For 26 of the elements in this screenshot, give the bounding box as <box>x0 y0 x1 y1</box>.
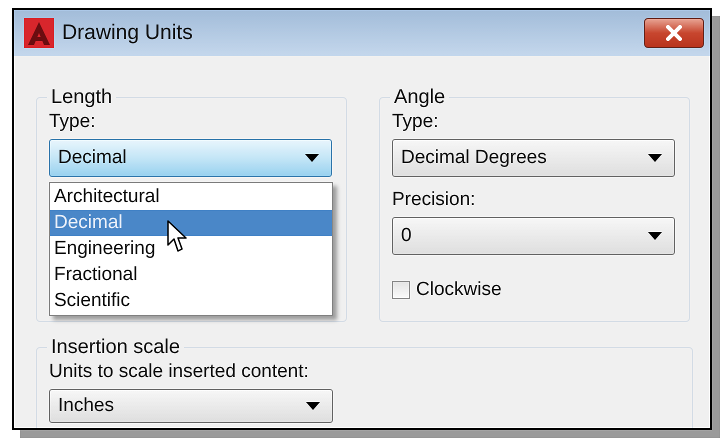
close-icon <box>665 25 683 41</box>
caret-icon <box>306 402 320 410</box>
dropdown-option[interactable]: Scientific <box>50 288 332 314</box>
app-logo-icon <box>24 18 54 48</box>
caret-icon <box>648 154 662 162</box>
dropdown-option[interactable]: Engineering <box>50 236 332 262</box>
field-label: Precision: <box>392 189 476 211</box>
field-label: Type: <box>49 111 96 133</box>
dropdown-option[interactable]: Fractional <box>50 262 332 288</box>
caret-icon <box>305 154 319 162</box>
field-label: Units to scale inserted content: <box>49 361 310 383</box>
dropdown[interactable]: 0 <box>392 217 675 255</box>
group-title: Length <box>50 86 114 109</box>
caret-icon <box>648 232 662 240</box>
close-button[interactable] <box>644 18 704 48</box>
dropdown[interactable]: Decimal <box>49 139 332 177</box>
window-title: Drawing Units <box>62 21 194 45</box>
dropdown[interactable]: Decimal Degrees <box>392 139 675 177</box>
dropdown[interactable]: Inches <box>49 389 333 423</box>
field-label: Type: <box>392 111 440 133</box>
checkbox-label: Clockwise <box>416 279 502 301</box>
mouse-pointer-icon <box>167 220 189 254</box>
group-title: Angle <box>393 86 446 109</box>
checkbox[interactable] <box>392 281 410 299</box>
group-title: Insertion scale <box>50 336 181 359</box>
dropdown-option[interactable]: Architectural <box>50 184 332 210</box>
